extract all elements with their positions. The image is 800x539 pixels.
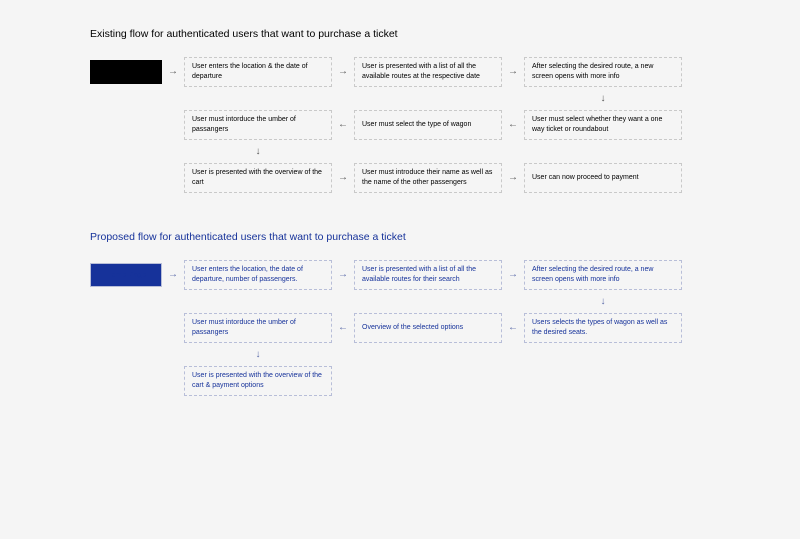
existing-row-2: User must intorduce the umber of passang…: [90, 107, 710, 142]
arrow-left-icon: ←: [332, 322, 354, 333]
down-connector: ↓: [90, 146, 710, 160]
existing-flow-title: Existing flow for authenticated users th…: [90, 28, 710, 40]
arrow-down-icon: ↓: [524, 93, 682, 107]
existing-row-3: User is presented with the overview of t…: [90, 160, 710, 195]
step-available-routes: User is presented with a list of all the…: [354, 57, 502, 87]
arrow-right-icon: →: [502, 66, 524, 77]
arrow-right-icon: →: [162, 66, 184, 77]
arrow-down-icon: ↓: [524, 296, 682, 310]
step-proceed-payment: User can now proceed to payment: [524, 163, 682, 193]
step-route-more-info: After selecting the desired route, a new…: [524, 57, 682, 87]
step-enter-location-date: User enters the location & the date of d…: [184, 57, 332, 87]
step-enter-location-date-pax: User enters the location, the date of de…: [184, 260, 332, 290]
proposed-flow-section: Proposed flow for authenticated users th…: [90, 231, 710, 398]
arrow-down-icon: ↓: [184, 146, 332, 160]
arrow-right-icon: →: [502, 172, 524, 183]
step-route-more-info: After selecting the desired route, a new…: [524, 260, 682, 290]
step-trip-type: User must select whether they want a one…: [524, 110, 682, 140]
step-passenger-count: User must intorduce the umber of passang…: [184, 313, 332, 343]
step-wagon-type: User must select the type of wagon: [354, 110, 502, 140]
proposed-row-1: Home Page → User enters the location, th…: [90, 257, 710, 292]
proposed-row-2: User must intorduce the umber of passang…: [90, 310, 710, 345]
arrow-right-icon: →: [162, 269, 184, 280]
step-cart-overview: User is presented with the overview of t…: [184, 163, 332, 193]
existing-flow-section: Existing flow for authenticated users th…: [90, 28, 710, 195]
step-cart-and-payment: User is presented with the overview of t…: [184, 366, 332, 396]
arrow-down-icon: ↓: [184, 349, 332, 363]
arrow-left-icon: ←: [332, 119, 354, 130]
home-page-label: Home Page: [106, 67, 147, 77]
arrow-right-icon: →: [332, 66, 354, 77]
arrow-right-icon: →: [332, 172, 354, 183]
home-page-box: Home Page: [90, 263, 162, 287]
step-options-overview: Overview of the selected options: [354, 313, 502, 343]
step-enter-names: User must introduce their name as well a…: [354, 163, 502, 193]
proposed-flow-title: Proposed flow for authenticated users th…: [90, 231, 710, 243]
down-connector: ↓: [90, 296, 710, 310]
home-page-box: Home Page: [90, 60, 162, 84]
proposed-row-3: User is presented with the overview of t…: [90, 363, 710, 398]
down-connector: ↓: [90, 93, 710, 107]
arrow-left-icon: ←: [502, 119, 524, 130]
arrow-left-icon: ←: [502, 322, 524, 333]
home-page-label: Home Page: [106, 270, 147, 280]
down-connector: ↓: [90, 349, 710, 363]
step-available-routes: User is presented with a list of all the…: [354, 260, 502, 290]
existing-row-1: Home Page → User enters the location & t…: [90, 54, 710, 89]
arrow-right-icon: →: [502, 269, 524, 280]
arrow-right-icon: →: [332, 269, 354, 280]
step-passenger-count: User must intorduce the umber of passang…: [184, 110, 332, 140]
step-wagon-and-seats: Users selects the types of wagon as well…: [524, 313, 682, 343]
